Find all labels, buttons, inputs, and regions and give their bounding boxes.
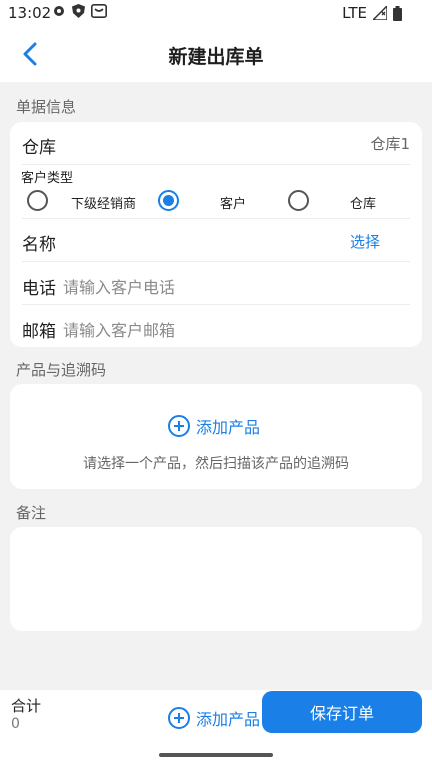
bottom-bar: 合计 0 添加产品 保存订单 bbox=[0, 690, 432, 768]
customer-type-label: 客户类型 bbox=[21, 171, 74, 186]
divider bbox=[22, 164, 410, 165]
divider bbox=[22, 261, 410, 262]
warehouse-label: 仓库 bbox=[22, 138, 56, 158]
save-order-button[interactable]: 保存订单 bbox=[262, 691, 422, 733]
radio-sub-dealer[interactable] bbox=[27, 190, 48, 211]
radio-sub-dealer-label[interactable]: 下级经销商 bbox=[71, 193, 136, 212]
radio-warehouse-label[interactable]: 仓库 bbox=[350, 193, 376, 212]
phone-label: 电话 bbox=[22, 279, 56, 299]
page-title: 新建出库单 bbox=[168, 46, 264, 68]
radio-customer[interactable] bbox=[158, 190, 179, 211]
warehouse-value[interactable]: 仓库1 bbox=[370, 133, 410, 154]
status-icons-left bbox=[52, 4, 107, 18]
remark-section-label: 备注 bbox=[16, 504, 47, 522]
product-section-label: 产品与追溯码 bbox=[16, 361, 107, 379]
footer-add-product-label: 添加产品 bbox=[196, 710, 261, 729]
radio-customer-label[interactable]: 客户 bbox=[220, 193, 246, 212]
status-bar: 13:02 LTE bbox=[0, 0, 432, 28]
add-product-button[interactable]: 添加产品 bbox=[168, 414, 260, 438]
divider bbox=[22, 304, 410, 305]
remark-textarea[interactable] bbox=[10, 527, 422, 631]
status-icons-right: LTE bbox=[342, 4, 402, 22]
signal-icon bbox=[373, 6, 387, 20]
store-icon bbox=[91, 4, 107, 18]
email-input[interactable]: 请输入客户邮箱 bbox=[63, 317, 175, 341]
status-time: 13:02 bbox=[8, 4, 52, 22]
shield-icon bbox=[72, 4, 85, 18]
doc-info-card: 仓库 仓库1 客户类型 下级经销商 客户 仓库 名称 选择 电话 请输入客户电话… bbox=[10, 122, 422, 347]
home-indicator[interactable] bbox=[159, 753, 273, 757]
add-circle-icon bbox=[168, 707, 190, 729]
product-hint: 请选择一个产品，然后扫描该产品的追溯码 bbox=[83, 456, 349, 472]
name-label: 名称 bbox=[22, 235, 56, 255]
total-value: 0 bbox=[11, 716, 20, 732]
radio-warehouse[interactable] bbox=[288, 190, 309, 211]
settings-icon bbox=[54, 6, 64, 16]
footer-add-product-button[interactable]: 添加产品 bbox=[168, 706, 260, 730]
doc-section-label: 单据信息 bbox=[16, 98, 77, 116]
add-product-label: 添加产品 bbox=[196, 418, 261, 437]
phone-input[interactable]: 请输入客户电话 bbox=[63, 274, 175, 298]
email-label: 邮箱 bbox=[22, 322, 56, 342]
app-bar: 新建出库单 bbox=[0, 28, 432, 82]
add-circle-icon bbox=[168, 415, 190, 437]
select-customer-link[interactable]: 选择 bbox=[350, 231, 380, 252]
divider bbox=[22, 218, 410, 219]
battery-icon bbox=[393, 5, 402, 21]
total-label: 合计 bbox=[11, 697, 42, 715]
product-card: 添加产品 请选择一个产品，然后扫描该产品的追溯码 bbox=[10, 384, 422, 489]
network-type: LTE bbox=[342, 4, 367, 22]
